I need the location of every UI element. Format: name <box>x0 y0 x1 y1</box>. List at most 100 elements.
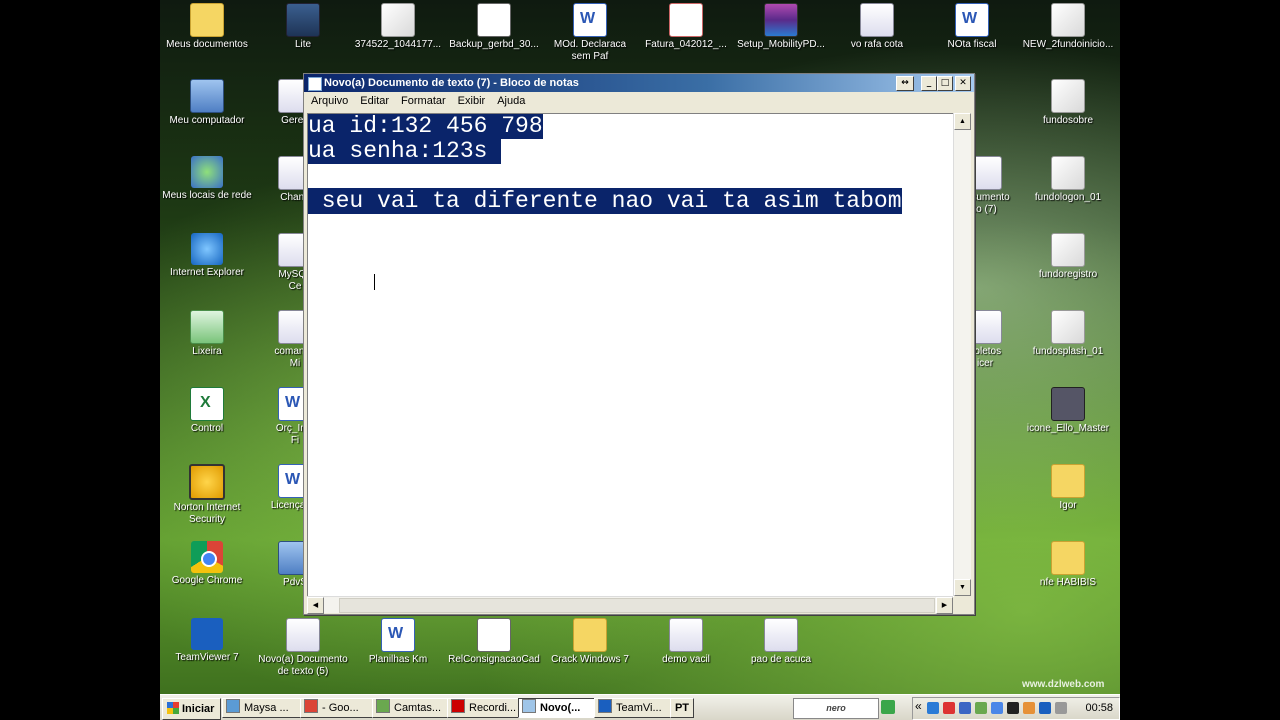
tray-misc-icon[interactable] <box>1055 702 1067 714</box>
minimize-button[interactable]: _ <box>921 76 937 91</box>
my-computer-icon <box>190 79 224 113</box>
taskbar-button[interactable]: TeamVi... <box>594 698 673 718</box>
start-button[interactable]: Iniciar <box>162 698 222 720</box>
desktop-icon[interactable]: Planilhas Km <box>352 618 444 666</box>
menu-formatar[interactable]: Formatar <box>394 92 451 111</box>
scroll-right-icon[interactable]: ▶ <box>936 597 953 614</box>
desktop-icon[interactable]: Norton Internet Security <box>161 464 253 526</box>
horizontal-scroll-thumb[interactable] <box>339 598 935 613</box>
desktop-icon[interactable]: Meu computador <box>161 79 253 127</box>
desktop-icon-label: Lite <box>294 39 312 50</box>
menu-editar[interactable]: Editar <box>353 92 394 111</box>
resize-grip[interactable] <box>954 597 970 612</box>
desktop-icon[interactable]: MOd. Declaraca sem Paf <box>544 3 636 63</box>
clock[interactable]: 00:58 <box>1085 702 1113 714</box>
desktop-icon[interactable]: RelConsignacaoCad <box>448 618 540 666</box>
scroll-down-icon[interactable]: ▼ <box>954 579 971 596</box>
backup-file-icon <box>477 3 511 37</box>
text-editor[interactable]: ua id:132 456 798 ua senha:123s seu vai … <box>307 113 954 597</box>
desktop-icon[interactable]: fundosplash_01 <box>1022 310 1114 358</box>
desktop-icon[interactable]: nfe HABIBIS <box>1022 541 1114 589</box>
desktop-icon[interactable]: Control <box>161 387 253 435</box>
nero-search-box[interactable]: nero <box>793 698 879 719</box>
desktop-icon[interactable]: Crack Windows 7 <box>544 618 636 666</box>
desktop-icon[interactable]: NOta fiscal <box>926 3 1018 51</box>
maximize-button[interactable]: □ <box>937 76 953 91</box>
scroll-up-icon[interactable]: ▲ <box>954 113 971 130</box>
taskbar-button[interactable]: Camtas... <box>372 698 451 718</box>
desktop-icon-label: Norton Internet Security <box>173 502 241 525</box>
go-arrow-icon[interactable] <box>881 700 895 714</box>
desktop-icon[interactable]: Novo(a) Documento de texto (5) <box>257 618 349 678</box>
folder-icon <box>1051 541 1085 575</box>
taskbar: Iniciar Maysa ... - Goo... Camtas... Record… <box>160 694 1120 720</box>
desktop-icon-label: Crack Windows 7 <box>551 654 629 665</box>
teamviewer-icon <box>598 699 612 713</box>
desktop-icon[interactable]: Lixeira <box>161 310 253 358</box>
network-places-icon <box>191 156 223 188</box>
menu-exibir[interactable]: Exibir <box>451 92 491 111</box>
desktop-icon[interactable]: fundologon_01 <box>1022 156 1114 204</box>
search-tray-icon[interactable] <box>927 702 939 714</box>
desktop-icon[interactable]: Igor <box>1022 464 1114 512</box>
download-tray-icon[interactable] <box>975 702 987 714</box>
notepad-icon <box>308 77 322 91</box>
network-tray-icon[interactable] <box>991 702 1003 714</box>
desktop-icon[interactable]: 374522_1044177... <box>352 3 444 51</box>
desktop-icon[interactable]: Backup_gerbd_30... <box>448 3 540 51</box>
volume-tray-icon[interactable] <box>1023 702 1035 714</box>
title-bar[interactable]: Novo(a) Documento de texto (7) - Bloco d… <box>304 74 974 92</box>
horizontal-scrollbar[interactable]: ◀ ▶ <box>307 596 953 614</box>
desktop-icon-label: Fatura_042012_... <box>645 39 727 50</box>
antivirus-tray-icon[interactable] <box>943 702 955 714</box>
vertical-scrollbar[interactable]: ▲ ▼ <box>953 113 971 596</box>
pdf-file-icon <box>669 3 703 37</box>
desktop-icon[interactable]: Meus locais de rede <box>161 156 253 202</box>
desktop-icon[interactable]: Google Chrome <box>161 541 253 587</box>
close-button[interactable]: ✕ <box>955 76 971 91</box>
desktop-icon[interactable]: Meus documentos <box>161 3 253 51</box>
desktop-icon[interactable]: TeamViewer 7 <box>161 618 253 664</box>
desktop-icon-label: NOta fiscal <box>947 39 997 50</box>
tray-expand-icon[interactable]: « <box>915 699 922 713</box>
desktop-icon-label: TeamViewer 7 <box>175 652 239 663</box>
image-file-icon <box>1051 233 1085 267</box>
ello-lite-icon <box>286 3 320 37</box>
notepad-icon <box>522 699 536 713</box>
taskbar-button[interactable]: Recordi... <box>447 698 522 718</box>
menu-arquivo[interactable]: Arquivo <box>304 92 353 111</box>
teamviewer-tray-icon[interactable] <box>1039 702 1051 714</box>
menu-ajuda[interactable]: Ajuda <box>490 92 530 111</box>
desktop-icon[interactable]: Lite <box>257 3 349 51</box>
taskbar-button-label: Camtas... <box>394 702 442 714</box>
language-indicator[interactable]: PT <box>670 698 694 718</box>
desktop-icon[interactable]: icone_Ello_Master <box>1022 387 1114 435</box>
desktop-icon-label: Planilhas Km <box>368 654 428 665</box>
winrar-archive-icon <box>764 3 798 37</box>
desktop-icon[interactable]: Internet Explorer <box>161 233 253 279</box>
desktop-icon[interactable]: Setup_MobilityPD... <box>735 3 827 51</box>
taskbar-button[interactable]: Novo(... <box>518 698 597 718</box>
scroll-left-icon[interactable]: ◀ <box>307 597 324 614</box>
desktop-icon[interactable]: fundoregistro <box>1022 233 1114 281</box>
image-file-icon <box>381 3 415 37</box>
desktop-icon[interactable]: Fatura_042012_... <box>640 3 732 51</box>
desktop-icon[interactable]: demo vacil <box>640 618 732 666</box>
desktop-icon[interactable]: NEW_2fundoinicio... <box>1022 3 1114 51</box>
recording-tray-icon[interactable] <box>1007 702 1019 714</box>
image-file-icon <box>1051 79 1085 113</box>
taskbar-button[interactable]: - Goo... <box>300 698 375 718</box>
desktop-icon[interactable]: vo rafa cota <box>831 3 923 51</box>
desktop-icon-label: NEW_2fundoinicio... <box>1022 39 1114 50</box>
word-tray-icon[interactable] <box>959 702 971 714</box>
restore-tile-icon[interactable]: ↔ <box>896 76 914 91</box>
window-title: Novo(a) Documento de texto (7) - Bloco d… <box>324 77 579 89</box>
my-documents-icon <box>190 3 224 37</box>
desktop-icon[interactable]: pao de acuca <box>735 618 827 666</box>
desktop-icon-label: fundosobre <box>1042 115 1094 126</box>
taskbar-button-label: Recordi... <box>469 702 517 714</box>
desktop-icon[interactable]: fundosobre <box>1022 79 1114 127</box>
taskbar-button[interactable]: Maysa ... <box>222 698 303 718</box>
taskbar-button-label: Maysa ... <box>244 702 289 714</box>
notepad-window[interactable]: Novo(a) Documento de texto (7) - Bloco d… <box>303 73 975 615</box>
